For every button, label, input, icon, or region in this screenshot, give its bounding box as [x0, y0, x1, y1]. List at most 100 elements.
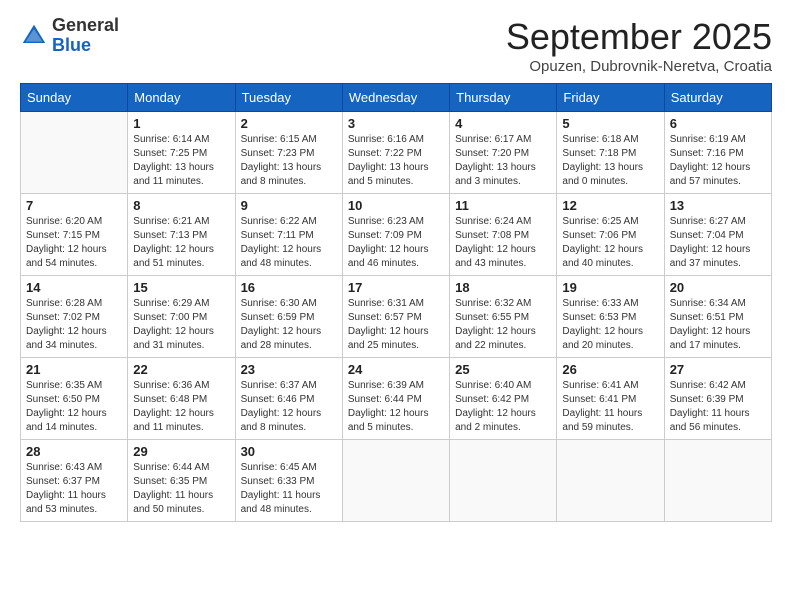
calendar-cell [21, 112, 128, 194]
day-number: 5 [562, 116, 658, 131]
day-number: 25 [455, 362, 551, 377]
calendar-cell: 29 Sunrise: 6:44 AM Sunset: 6:35 PM Dayli… [128, 440, 235, 522]
calendar-cell: 8 Sunrise: 6:21 AM Sunset: 7:13 PM Daylig… [128, 194, 235, 276]
day-number: 17 [348, 280, 444, 295]
logo-general: General [52, 16, 119, 36]
calendar-cell: 4 Sunrise: 6:17 AM Sunset: 7:20 PM Daylig… [450, 112, 557, 194]
calendar-cell: 12Sunrise: 6:25 AM Sunset: 7:06 PM Dayli… [557, 194, 664, 276]
calendar-cell [557, 440, 664, 522]
day-info: Sunrise: 6:42 AM Sunset: 6:39 PM Dayligh… [670, 379, 766, 435]
day-info: Sunrise: 6:32 AM Sunset: 6:55 PM Dayligh… [455, 297, 551, 353]
calendar-cell: 1 Sunrise: 6:14 AM Sunset: 7:25 PM Daylig… [128, 112, 235, 194]
day-number: 14 [26, 280, 122, 295]
day-info: Sunrise: 6:16 AM Sunset: 7:22 PM Dayligh… [348, 133, 444, 189]
calendar-week-row: 28 Sunrise: 6:43 AM Sunset: 6:37 PM Dayli… [21, 440, 772, 522]
calendar-cell: 25 Sunrise: 6:40 AM Sunset: 6:42 PM Dayli… [450, 358, 557, 440]
day-number: 19 [562, 280, 658, 295]
logo: General Blue [20, 16, 119, 56]
day-info: Sunrise: 6:23 AM Sunset: 7:09 PM Dayligh… [348, 215, 444, 271]
day-info: Sunrise: 6:44 AM Sunset: 6:35 PM Dayligh… [133, 461, 229, 517]
day-info: Sunrise: 6:14 AM Sunset: 7:25 PM Dayligh… [133, 133, 229, 189]
day-info: Sunrise: 6:20 AM Sunset: 7:15 PM Dayligh… [26, 215, 122, 271]
day-number: 16 [241, 280, 337, 295]
month-title: September 2025 [506, 16, 772, 58]
column-header-sunday: Sunday [21, 84, 128, 112]
calendar-cell: 5 Sunrise: 6:18 AM Sunset: 7:18 PM Daylig… [557, 112, 664, 194]
calendar-cell: 30Sunrise: 6:45 AM Sunset: 6:33 PM Dayli… [235, 440, 342, 522]
day-info: Sunrise: 6:41 AM Sunset: 6:41 PM Dayligh… [562, 379, 658, 435]
calendar-cell [664, 440, 771, 522]
calendar-cell: 21 Sunrise: 6:35 AM Sunset: 6:50 PM Dayli… [21, 358, 128, 440]
day-info: Sunrise: 6:19 AM Sunset: 7:16 PM Dayligh… [670, 133, 766, 189]
day-info: Sunrise: 6:43 AM Sunset: 6:37 PM Dayligh… [26, 461, 122, 517]
calendar-cell: 28 Sunrise: 6:43 AM Sunset: 6:37 PM Dayli… [21, 440, 128, 522]
day-number: 27 [670, 362, 766, 377]
day-info: Sunrise: 6:18 AM Sunset: 7:18 PM Dayligh… [562, 133, 658, 189]
calendar-cell: 13 Sunrise: 6:27 AM Sunset: 7:04 PM Dayli… [664, 194, 771, 276]
day-info: Sunrise: 6:17 AM Sunset: 7:20 PM Dayligh… [455, 133, 551, 189]
day-number: 7 [26, 198, 122, 213]
day-number: 3 [348, 116, 444, 131]
day-info: Sunrise: 6:40 AM Sunset: 6:42 PM Dayligh… [455, 379, 551, 435]
day-info: Sunrise: 6:36 AM Sunset: 6:48 PM Dayligh… [133, 379, 229, 435]
calendar-cell [342, 440, 449, 522]
day-info: Sunrise: 6:21 AM Sunset: 7:13 PM Dayligh… [133, 215, 229, 271]
day-number: 1 [133, 116, 229, 131]
calendar-cell: 20 Sunrise: 6:34 AM Sunset: 6:51 PM Dayli… [664, 276, 771, 358]
day-number: 23 [241, 362, 337, 377]
column-header-tuesday: Tuesday [235, 84, 342, 112]
day-info: Sunrise: 6:31 AM Sunset: 6:57 PM Dayligh… [348, 297, 444, 353]
calendar-cell: 2Sunrise: 6:15 AM Sunset: 7:23 PM Daylig… [235, 112, 342, 194]
location-title: Opuzen, Dubrovnik-Neretva, Croatia [506, 58, 772, 75]
day-info: Sunrise: 6:22 AM Sunset: 7:11 PM Dayligh… [241, 215, 337, 271]
day-info: Sunrise: 6:33 AM Sunset: 6:53 PM Dayligh… [562, 297, 658, 353]
calendar-cell: 15Sunrise: 6:29 AM Sunset: 7:00 PM Dayli… [128, 276, 235, 358]
calendar-cell: 22 Sunrise: 6:36 AM Sunset: 6:48 PM Dayli… [128, 358, 235, 440]
calendar-table: SundayMondayTuesdayWednesdayThursdayFrid… [20, 83, 772, 522]
calendar-cell: 7 Sunrise: 6:20 AM Sunset: 7:15 PM Daylig… [21, 194, 128, 276]
day-number: 6 [670, 116, 766, 131]
column-header-friday: Friday [557, 84, 664, 112]
day-info: Sunrise: 6:29 AM Sunset: 7:00 PM Dayligh… [133, 297, 229, 353]
day-info: Sunrise: 6:25 AM Sunset: 7:06 PM Dayligh… [562, 215, 658, 271]
calendar-week-row: 7 Sunrise: 6:20 AM Sunset: 7:15 PM Daylig… [21, 194, 772, 276]
column-header-wednesday: Wednesday [342, 84, 449, 112]
day-number: 18 [455, 280, 551, 295]
day-number: 20 [670, 280, 766, 295]
calendar-cell: 16Sunrise: 6:30 AM Sunset: 6:59 PM Dayli… [235, 276, 342, 358]
logo-icon [20, 22, 48, 50]
day-number: 4 [455, 116, 551, 131]
calendar-cell: 11Sunrise: 6:24 AM Sunset: 7:08 PM Dayli… [450, 194, 557, 276]
calendar-cell: 3 Sunrise: 6:16 AM Sunset: 7:22 PM Daylig… [342, 112, 449, 194]
day-number: 8 [133, 198, 229, 213]
calendar-cell: 26 Sunrise: 6:41 AM Sunset: 6:41 PM Dayli… [557, 358, 664, 440]
day-number: 22 [133, 362, 229, 377]
calendar-cell: 19 Sunrise: 6:33 AM Sunset: 6:53 PM Dayli… [557, 276, 664, 358]
column-header-thursday: Thursday [450, 84, 557, 112]
day-number: 21 [26, 362, 122, 377]
calendar-cell: 10Sunrise: 6:23 AM Sunset: 7:09 PM Dayli… [342, 194, 449, 276]
day-number: 29 [133, 444, 229, 459]
column-header-saturday: Saturday [664, 84, 771, 112]
day-info: Sunrise: 6:27 AM Sunset: 7:04 PM Dayligh… [670, 215, 766, 271]
day-info: Sunrise: 6:34 AM Sunset: 6:51 PM Dayligh… [670, 297, 766, 353]
day-number: 24 [348, 362, 444, 377]
day-number: 13 [670, 198, 766, 213]
calendar-cell: 6 Sunrise: 6:19 AM Sunset: 7:16 PM Daylig… [664, 112, 771, 194]
day-info: Sunrise: 6:28 AM Sunset: 7:02 PM Dayligh… [26, 297, 122, 353]
day-number: 26 [562, 362, 658, 377]
calendar-week-row: 14 Sunrise: 6:28 AM Sunset: 7:02 PM Dayli… [21, 276, 772, 358]
calendar-week-row: 1 Sunrise: 6:14 AM Sunset: 7:25 PM Daylig… [21, 112, 772, 194]
day-number: 2 [241, 116, 337, 131]
calendar-cell: 24 Sunrise: 6:39 AM Sunset: 6:44 PM Dayli… [342, 358, 449, 440]
calendar-cell: 18 Sunrise: 6:32 AM Sunset: 6:55 PM Dayli… [450, 276, 557, 358]
day-info: Sunrise: 6:45 AM Sunset: 6:33 PM Dayligh… [241, 461, 337, 517]
day-info: Sunrise: 6:35 AM Sunset: 6:50 PM Dayligh… [26, 379, 122, 435]
day-info: Sunrise: 6:39 AM Sunset: 6:44 PM Dayligh… [348, 379, 444, 435]
title-block: September 2025 Opuzen, Dubrovnik-Neretva… [506, 16, 772, 75]
day-number: 28 [26, 444, 122, 459]
calendar-header-row: SundayMondayTuesdayWednesdayThursdayFrid… [21, 84, 772, 112]
calendar-week-row: 21 Sunrise: 6:35 AM Sunset: 6:50 PM Dayli… [21, 358, 772, 440]
logo-blue: Blue [52, 36, 119, 56]
day-info: Sunrise: 6:37 AM Sunset: 6:46 PM Dayligh… [241, 379, 337, 435]
